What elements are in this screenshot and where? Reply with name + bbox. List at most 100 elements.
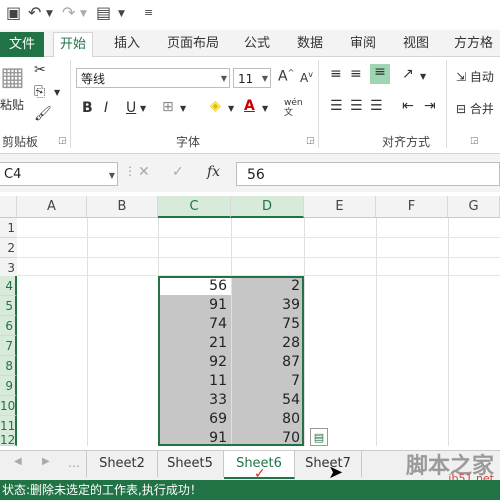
italic-button[interactable]: I xyxy=(104,100,108,116)
tab-addin[interactable]: 方方格子 xyxy=(454,32,500,75)
redo-icon[interactable]: ↷ xyxy=(62,3,75,22)
border-dropdown-icon[interactable]: ▼ xyxy=(180,104,186,113)
alignment-launcher-icon[interactable]: ◲ xyxy=(470,136,479,146)
font-size-box[interactable]: 11 ▼ xyxy=(233,68,271,88)
print-preview-icon[interactable]: ▤ xyxy=(96,3,111,22)
cell-c10[interactable]: 33 xyxy=(158,390,231,410)
decrease-font-icon[interactable]: Av xyxy=(300,70,313,85)
insert-function-button[interactable]: fx xyxy=(207,164,220,180)
select-all-corner[interactable] xyxy=(0,196,17,218)
row-header[interactable]: 7 xyxy=(0,336,17,356)
cell-c12[interactable]: 91 xyxy=(158,428,231,448)
cut-icon[interactable]: ✂ xyxy=(34,62,46,78)
paste-label[interactable]: 粘贴 xyxy=(0,96,24,113)
tab-formulas[interactable]: 公式 xyxy=(244,32,270,56)
cell-d10[interactable]: 54 xyxy=(231,390,304,410)
scroll-left-icon[interactable]: ◀ xyxy=(14,456,22,467)
cell-d11[interactable]: 80 xyxy=(231,409,304,429)
row-header[interactable]: 5 xyxy=(0,296,17,316)
cell-d5[interactable]: 39 xyxy=(231,295,304,315)
column-header-g[interactable]: G xyxy=(448,196,500,218)
underline-button[interactable]: U xyxy=(126,100,136,116)
tab-data[interactable]: 数据 xyxy=(297,32,323,56)
cancel-icon[interactable]: ✕ xyxy=(138,164,150,180)
fill-dropdown-icon[interactable]: ▼ xyxy=(228,104,234,113)
underline-dropdown-icon[interactable]: ▼ xyxy=(140,104,146,113)
fill-color-icon[interactable]: ◈ xyxy=(210,98,221,114)
cell-c4[interactable]: 56 xyxy=(158,276,231,296)
customize-qat-icon[interactable]: ≡ xyxy=(144,6,153,19)
column-header-e[interactable]: E xyxy=(304,196,376,218)
confirm-icon[interactable]: ✓ xyxy=(172,164,184,180)
font-launcher-icon[interactable]: ◲ xyxy=(306,136,315,146)
column-header-b[interactable]: B xyxy=(87,196,158,218)
cell-c11[interactable]: 69 xyxy=(158,409,231,429)
row-header[interactable]: 4 xyxy=(0,276,17,296)
cell-d12[interactable]: 70 xyxy=(231,428,304,448)
tab-review[interactable]: 审阅 xyxy=(350,32,376,56)
cell-d8[interactable]: 87 xyxy=(231,352,304,372)
align-top-icon[interactable]: ≡ xyxy=(330,66,342,82)
row-header[interactable]: 10 xyxy=(0,396,17,416)
redo-dropdown-icon[interactable]: ▼ xyxy=(80,9,87,19)
cell-c9[interactable]: 11 xyxy=(158,371,231,391)
merge-button[interactable]: ⊟ 合并 xyxy=(456,100,494,117)
column-header-a[interactable]: A xyxy=(17,196,87,218)
row-header[interactable]: 9 xyxy=(0,376,17,396)
cell-d9[interactable]: 7 xyxy=(231,371,304,391)
align-middle-icon[interactable]: ≡ xyxy=(350,66,362,82)
row-header[interactable]: 8 xyxy=(0,356,17,376)
format-painter-icon[interactable]: 🖌 xyxy=(34,106,52,122)
row-header[interactable]: 12 xyxy=(0,430,17,446)
font-name-box[interactable]: 等线 ▼ xyxy=(76,68,230,88)
column-header-d[interactable]: D xyxy=(231,196,304,218)
undo-dropdown-icon[interactable]: ▼ xyxy=(46,9,53,19)
cell-c5[interactable]: 91 xyxy=(158,295,231,315)
copy-dropdown-icon[interactable]: ▼ xyxy=(54,88,60,97)
row-header[interactable]: 3 xyxy=(0,258,17,278)
increase-indent-icon[interactable]: ⇥ xyxy=(424,98,436,114)
decrease-indent-icon[interactable]: ⇤ xyxy=(402,98,414,114)
align-bottom-icon[interactable]: ≡ xyxy=(370,64,390,84)
copy-icon[interactable]: ⎘ xyxy=(34,84,45,100)
orientation-icon[interactable]: ↗ xyxy=(402,66,414,82)
tab-home[interactable]: 开始 xyxy=(53,32,94,58)
align-right-icon[interactable]: ☰ xyxy=(370,98,383,114)
sheet-tab-sheet2[interactable]: Sheet2 xyxy=(86,451,158,477)
font-color-dropdown-icon[interactable]: ▼ xyxy=(262,104,268,113)
sheet-tab-sheet5[interactable]: Sheet5 xyxy=(157,451,224,477)
align-left-icon[interactable]: ☰ xyxy=(330,98,343,114)
paste-icon[interactable]: ▦ xyxy=(0,62,25,92)
border-icon[interactable]: ⊞ xyxy=(162,99,174,115)
formula-input[interactable]: 56 xyxy=(236,162,500,186)
cell-d6[interactable]: 75 xyxy=(231,314,304,334)
name-box[interactable]: C4 ▼ xyxy=(0,162,118,186)
phonetic-icon[interactable]: wén 文 xyxy=(284,98,306,118)
clipboard-launcher-icon[interactable]: ◲ xyxy=(58,136,67,146)
row-header[interactable]: 6 xyxy=(0,316,17,336)
tab-file[interactable]: 文件 xyxy=(0,32,44,57)
increase-font-icon[interactable]: A^ xyxy=(278,68,294,85)
wrap-text-button[interactable]: ⇲ 自动 xyxy=(456,68,494,85)
orientation-dropdown-icon[interactable]: ▼ xyxy=(420,72,426,81)
font-color-icon[interactable]: A xyxy=(244,98,255,114)
bold-button[interactable]: B xyxy=(82,100,93,116)
tab-page-layout[interactable]: 页面布局 xyxy=(167,32,219,56)
save-icon[interactable]: ▣ xyxy=(6,3,21,22)
cell-d4[interactable]: 2 xyxy=(231,276,304,296)
column-header-c[interactable]: C xyxy=(158,196,231,218)
qat-more-dropdown-icon[interactable]: ▼ xyxy=(118,9,125,19)
cell-c7[interactable]: 21 xyxy=(158,333,231,353)
cell-d7[interactable]: 28 xyxy=(231,333,304,353)
scroll-right-icon[interactable]: ▶ xyxy=(42,456,50,467)
row-header[interactable]: 2 xyxy=(0,238,17,258)
cell-c6[interactable]: 74 xyxy=(158,314,231,334)
tab-insert[interactable]: 插入 xyxy=(114,32,140,56)
undo-icon[interactable]: ↶ xyxy=(28,3,41,22)
column-header-f[interactable]: F xyxy=(376,196,448,218)
row-header[interactable]: 1 xyxy=(0,218,17,238)
align-center-icon[interactable]: ☰ xyxy=(350,98,363,114)
quick-analysis-icon[interactable]: ▤ xyxy=(310,428,328,446)
more-sheets-icon[interactable]: … xyxy=(68,456,80,470)
tab-view[interactable]: 视图 xyxy=(403,32,429,56)
